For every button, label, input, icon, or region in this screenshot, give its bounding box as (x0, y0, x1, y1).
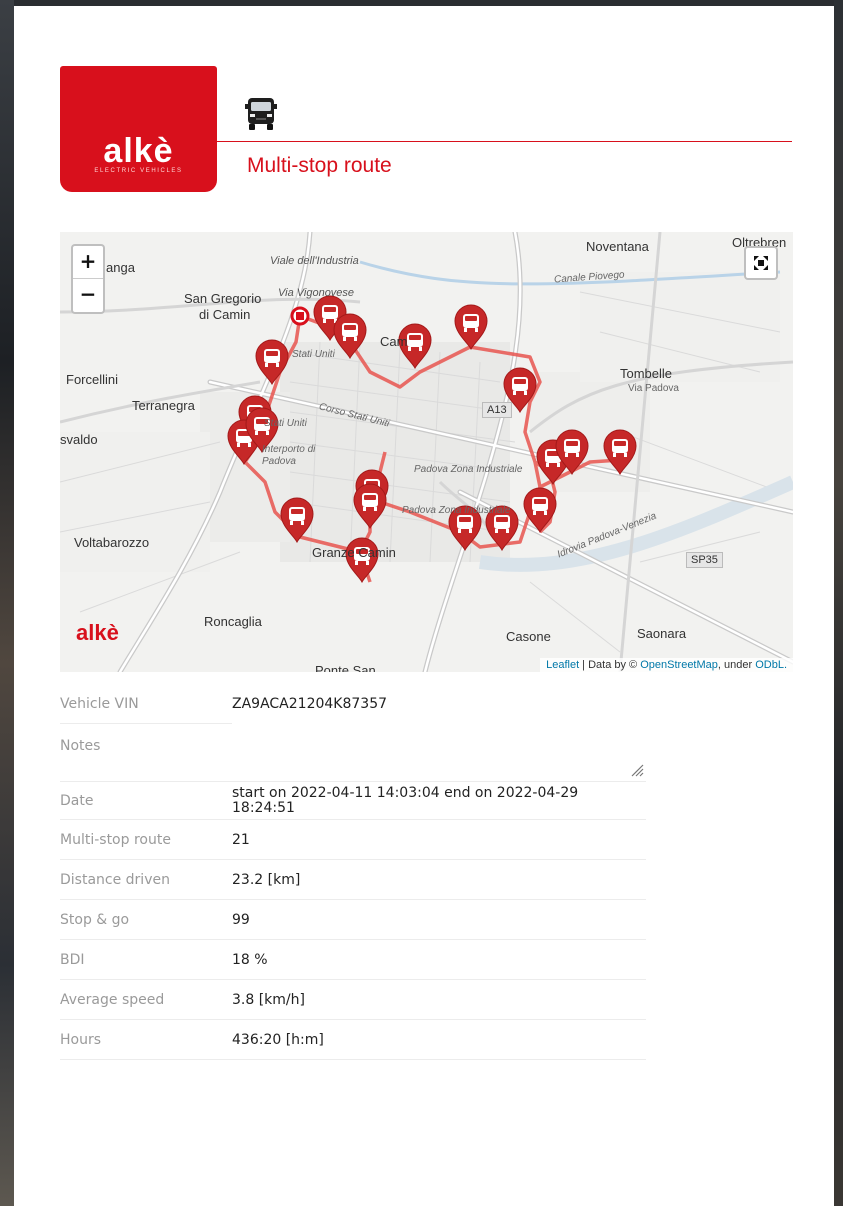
place-label: Saonara (637, 626, 687, 641)
distance-label: Distance driven (60, 871, 170, 888)
street-label: Stati Uniti (292, 349, 335, 360)
fullscreen-icon (754, 256, 768, 270)
stops-value: 21 (232, 831, 250, 848)
date-value-line: start on 2022-04-11 14:03:04 end on 2022… (232, 784, 579, 801)
place-label: Noventana (586, 239, 649, 254)
place-label: anga (106, 260, 135, 275)
route-details: Vehicle VIN ZA9ACA21204K87357 Notes Date… (60, 684, 646, 1060)
bdi-label: BDI (60, 951, 85, 968)
detail-row-stops: Multi-stop route 21 (60, 820, 646, 860)
place-label: Cam (380, 334, 408, 349)
detail-row-date: Date start on 2022-04-11 14:03:04 end on… (60, 782, 646, 820)
van-marker-icon[interactable] (280, 497, 314, 544)
resize-grip-icon[interactable] (630, 763, 644, 777)
street-label: Viale dell'Industria (270, 255, 359, 267)
street-label: Interporto di Padova (262, 444, 316, 467)
detail-row-vin: Vehicle VIN ZA9ACA21204K87357 (60, 684, 646, 724)
date-label: Date (60, 792, 94, 809)
van-marker-icon[interactable] (255, 339, 289, 386)
place-label: Voltabarozzo (74, 535, 150, 550)
odbl-link[interactable]: ODbL. (755, 659, 787, 671)
markers-layer (227, 295, 637, 584)
route-map[interactable]: Noventana Oltrebren anga San Gregorio di… (60, 232, 793, 672)
leaflet-link[interactable]: Leaflet (546, 659, 579, 671)
detail-row-hours: Hours 436:20 [h:m] (60, 1020, 646, 1060)
vin-value: ZA9ACA21204K87357 (232, 696, 388, 712)
hours-value: 436:20 [h:m] (232, 1031, 324, 1048)
van-marker-icon[interactable] (523, 487, 557, 534)
avg-speed-label: Average speed (60, 991, 165, 1008)
van-marker-icon[interactable] (454, 304, 488, 351)
bdi-value: 18 % (232, 951, 268, 968)
detail-row-avg-speed: Average speed 3.8 [km/h] (60, 980, 646, 1020)
detail-row-notes: Notes (60, 724, 646, 782)
van-marker-icon[interactable] (333, 313, 367, 360)
notes-label: Notes (60, 738, 101, 754)
zoom-control: + − (71, 244, 105, 314)
van-icon (245, 98, 277, 130)
stops-label: Multi-stop route (60, 831, 171, 848)
detail-row-bdi: BDI 18 % (60, 940, 646, 980)
zoom-in-button[interactable]: + (73, 246, 103, 279)
report-card: alkè ELECTRIC VEHICLES Multi-stop route (0, 0, 843, 1206)
distance-value: 23.2 [km] (232, 871, 301, 888)
van-marker-icon[interactable] (353, 483, 387, 530)
street-label: Padova Zona Industriale (402, 505, 511, 516)
place-label: Terranegra (132, 398, 195, 413)
street-label: Stati Uniti (264, 418, 307, 429)
road-shield-a13: A13 (482, 402, 512, 418)
zoom-out-button[interactable]: − (73, 279, 103, 312)
place-label: Forcellini (66, 372, 119, 387)
detail-row-distance: Distance driven 23.2 [km] (60, 860, 646, 900)
brand-logo: alkè ELECTRIC VEHICLES (60, 66, 217, 192)
street-label: Padova Zona Industriale (414, 464, 523, 475)
date-value-line: 18:24:51 (232, 799, 295, 816)
place-label: di Camin (199, 307, 251, 322)
place-label: San Gregorio (184, 291, 262, 306)
notes-textarea[interactable] (232, 724, 646, 782)
stop-go-label: Stop & go (60, 911, 130, 928)
place-label: Ponte San (315, 663, 376, 672)
place-label: Granze Camin (312, 545, 396, 560)
header-divider (217, 141, 792, 142)
date-value: start on 2022-04-11 14:03:04 end on 2022… (232, 784, 646, 816)
attribution-text: , under (717, 659, 756, 671)
logo-text: alkè (103, 132, 174, 170)
fullscreen-button[interactable] (744, 246, 778, 280)
attribution-text: | Data by © (579, 659, 641, 671)
place-label: Tombelle (620, 366, 673, 381)
logo-subtitle: ELECTRIC VEHICLES (94, 168, 183, 174)
road-shield-sp35: SP35 (686, 552, 723, 568)
osm-link[interactable]: OpenStreetMap (640, 659, 718, 671)
page-title: Multi-stop route (247, 154, 392, 177)
place-label: Roncaglia (204, 614, 262, 629)
map-attribution: Leaflet | Data by © OpenStreetMap, under… (540, 658, 793, 672)
detail-row-stop-go: Stop & go 99 (60, 900, 646, 940)
hours-label: Hours (60, 1031, 102, 1048)
street-label: Via Padova (628, 383, 679, 394)
place-label: Casone (506, 629, 551, 644)
map-watermark-logo: alkè (76, 620, 119, 645)
stop-go-value: 99 (232, 911, 250, 928)
van-marker-icon[interactable] (603, 429, 637, 476)
place-label: svaldo (60, 432, 98, 447)
street-label: Via Vigonovese (278, 287, 355, 299)
avg-speed-value: 3.8 [km/h] (232, 991, 305, 1008)
vin-label: Vehicle VIN (60, 684, 232, 724)
